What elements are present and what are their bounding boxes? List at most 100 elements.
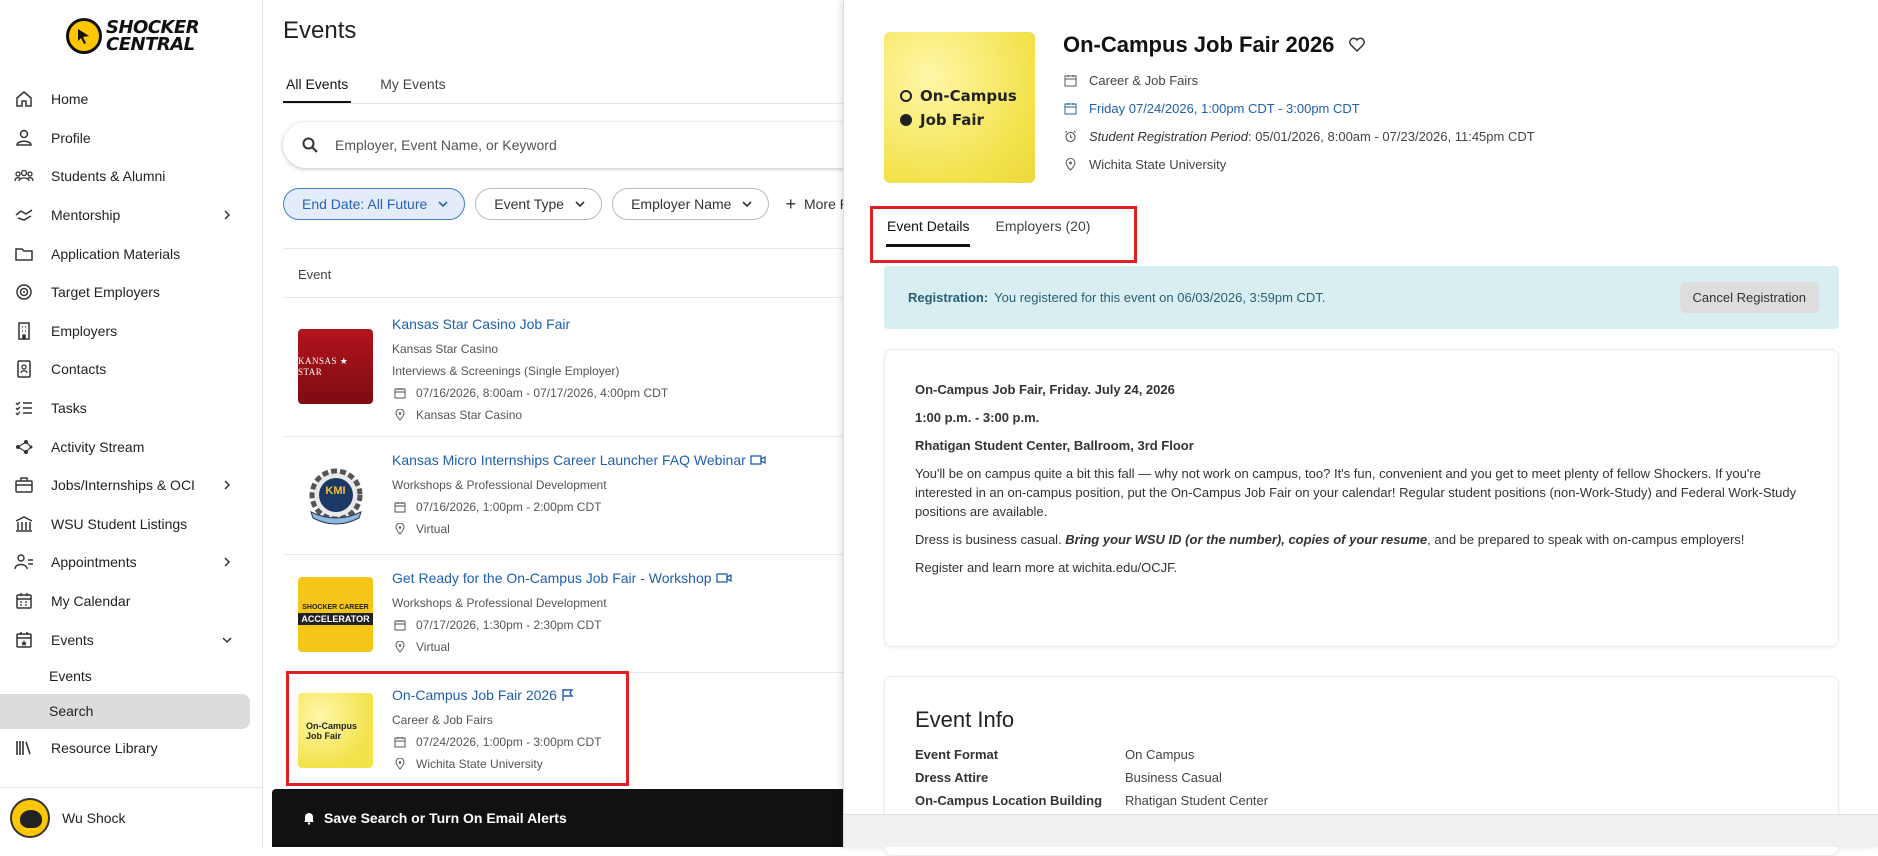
filter-event-type[interactable]: Event Type — [475, 188, 603, 220]
profile-icon — [16, 129, 32, 146]
sidebar-subitem-search[interactable]: Search — [0, 693, 250, 729]
heart-favorite-icon[interactable] — [1348, 36, 1366, 54]
chevron-right-icon[interactable] — [221, 209, 233, 221]
calendar-icon — [394, 388, 406, 399]
chevron-down-icon — [438, 201, 448, 208]
event-description-card: On-Campus Job Fair, Friday. July 24, 202… — [884, 349, 1839, 647]
sidebar-subitem-events[interactable]: Events — [0, 659, 263, 694]
search-icon — [302, 137, 318, 153]
sidebar-item-events[interactable]: Events — [0, 620, 263, 659]
location-pin-icon — [395, 409, 405, 421]
calendar-icon — [394, 620, 406, 631]
sidebar-item-tasks[interactable]: Tasks — [0, 389, 263, 428]
calendar-icon — [16, 593, 32, 609]
tab-all-events[interactable]: All Events — [283, 76, 352, 104]
user-name: Wu Shock — [62, 809, 126, 826]
filter-bar: End Date: All Future Event Type Employer… — [283, 188, 866, 220]
list-item[interactable]: KANSAS ★ STAR Kansas Star Casino Job Fai… — [283, 298, 853, 437]
search-input[interactable]: Employer, Event Name, or Keyword — [283, 122, 863, 168]
event-meta: Career & Job Fairs Friday 07/24/2026, 1:… — [1064, 66, 1535, 178]
event-title-link[interactable]: Get Ready for the On-Campus Job Fair - W… — [392, 570, 732, 586]
sidebar-item-appointments[interactable]: Appointments — [0, 543, 263, 582]
cancel-registration-button[interactable]: Cancel Registration — [1679, 282, 1819, 313]
sidebar-item-contacts[interactable]: Contacts — [0, 350, 263, 389]
sidebar-item-activity-stream[interactable]: Activity Stream — [0, 427, 263, 466]
calendar-icon — [1064, 102, 1077, 114]
career-accelerator-thumbnail: SHOCKER CAREER ACCELERATOR — [298, 577, 373, 652]
event-title-link[interactable]: Kansas Star Casino Job Fair — [392, 316, 668, 332]
info-row: Dress Attire Business Casual — [915, 770, 1222, 785]
panel-bottom-bar — [844, 814, 1878, 847]
home-icon — [16, 91, 32, 108]
event-info-heading: Event Info — [915, 707, 1015, 732]
sidebar-item-home[interactable]: Home — [0, 80, 263, 119]
library-books-icon — [16, 741, 31, 756]
shocker-central-logo[interactable]: SHOCKER CENTRAL — [66, 16, 200, 56]
chevron-down-icon[interactable] — [221, 634, 233, 646]
video-camera-icon — [715, 573, 732, 583]
shocker-logo-icon — [66, 18, 102, 54]
activity-nodes-icon — [16, 439, 33, 454]
sidebar-item-my-calendar[interactable]: My Calendar — [0, 582, 263, 621]
tabs-divider — [283, 103, 853, 104]
event-title-link[interactable]: Kansas Micro Internships Career Launcher… — [392, 452, 766, 468]
search-placeholder: Employer, Event Name, or Keyword — [335, 137, 557, 153]
save-search-bar[interactable]: Save Search or Turn On Email Alerts — [272, 789, 844, 847]
filter-employer-name[interactable]: Employer Name — [612, 188, 770, 220]
highlight-selected-event — [286, 671, 629, 786]
sidebar: SHOCKER CENTRAL Home Profile Students & … — [0, 0, 263, 847]
sidebar-item-application-materials[interactable]: Application Materials — [0, 234, 263, 273]
info-row: Event Format On Campus — [915, 747, 1195, 762]
user-profile-menu[interactable]: Wu Shock — [0, 787, 263, 847]
info-row: On-Campus Location Building Rhatigan Stud… — [915, 793, 1269, 808]
event-detail-panel: On-Campus Job Fair On-Campus Job Fair 20… — [843, 0, 1878, 856]
list-item[interactable]: SHOCKER CAREER ACCELERATOR Get Ready for… — [283, 555, 853, 673]
chevron-right-icon[interactable] — [221, 556, 233, 568]
filter-end-date[interactable]: End Date: All Future — [283, 188, 466, 220]
sidebar-item-students-alumni[interactable]: Students & Alumni — [0, 157, 263, 196]
building-icon — [18, 322, 30, 340]
sidebar-item-employers[interactable]: Employers — [0, 312, 263, 351]
add-to-calendar-link[interactable]: Friday 07/24/2026, 1:00pm CDT - 3:00pm C… — [1089, 101, 1360, 116]
target-icon — [16, 284, 32, 301]
handshake-icon — [15, 209, 33, 221]
calendar-icon — [394, 502, 406, 513]
institution-icon — [15, 515, 33, 532]
sidebar-nav: Home Profile Students & Alumni Mentorshi… — [0, 80, 263, 768]
sidebar-item-wsu-student-listings[interactable]: WSU Student Listings — [0, 505, 263, 544]
contact-card-icon — [17, 360, 31, 379]
sidebar-item-profile[interactable]: Profile — [0, 119, 263, 158]
appointments-users-icon — [14, 554, 33, 570]
location-pin-icon — [1065, 157, 1076, 171]
alarm-clock-icon — [1065, 130, 1076, 142]
plus-icon: + — [785, 194, 796, 214]
calendar-icon — [1064, 74, 1077, 86]
event-detail-thumbnail: On-Campus Job Fair — [884, 32, 1035, 183]
list-header: Event — [283, 248, 853, 298]
highlight-detail-tabs — [870, 206, 1137, 263]
chevron-right-icon[interactable] — [221, 479, 233, 491]
location-pin-icon — [395, 641, 405, 653]
tab-my-events[interactable]: My Events — [377, 76, 448, 104]
briefcase-icon — [15, 477, 33, 493]
event-detail-title: On-Campus Job Fair 2026 — [1063, 32, 1366, 58]
folder-icon — [15, 247, 33, 261]
chevron-down-icon — [575, 201, 585, 208]
location-pin-icon — [395, 523, 405, 535]
registration-banner: Registration: You registered for this ev… — [884, 266, 1839, 329]
users-group-icon — [14, 170, 34, 182]
video-camera-icon — [750, 455, 766, 465]
bell-icon — [304, 813, 314, 825]
list-item[interactable]: KMI Kansas Micro Internships Career Laun… — [283, 437, 853, 555]
event-calendar-star-icon — [16, 631, 32, 648]
kmi-thumbnail: KMI — [298, 459, 373, 534]
logo-text: SHOCKER CENTRAL — [106, 17, 200, 55]
sidebar-item-mentorship[interactable]: Mentorship — [0, 196, 263, 235]
sidebar-item-resource-library[interactable]: Resource Library — [0, 729, 263, 768]
page-title: Events — [283, 17, 357, 44]
sidebar-item-target-employers[interactable]: Target Employers — [0, 273, 263, 312]
events-tabs: All Events My Events — [283, 76, 449, 104]
avatar — [10, 797, 50, 838]
sidebar-item-jobs-internships[interactable]: Jobs/Internships & OCI — [0, 466, 263, 505]
checklist-icon — [15, 401, 32, 416]
